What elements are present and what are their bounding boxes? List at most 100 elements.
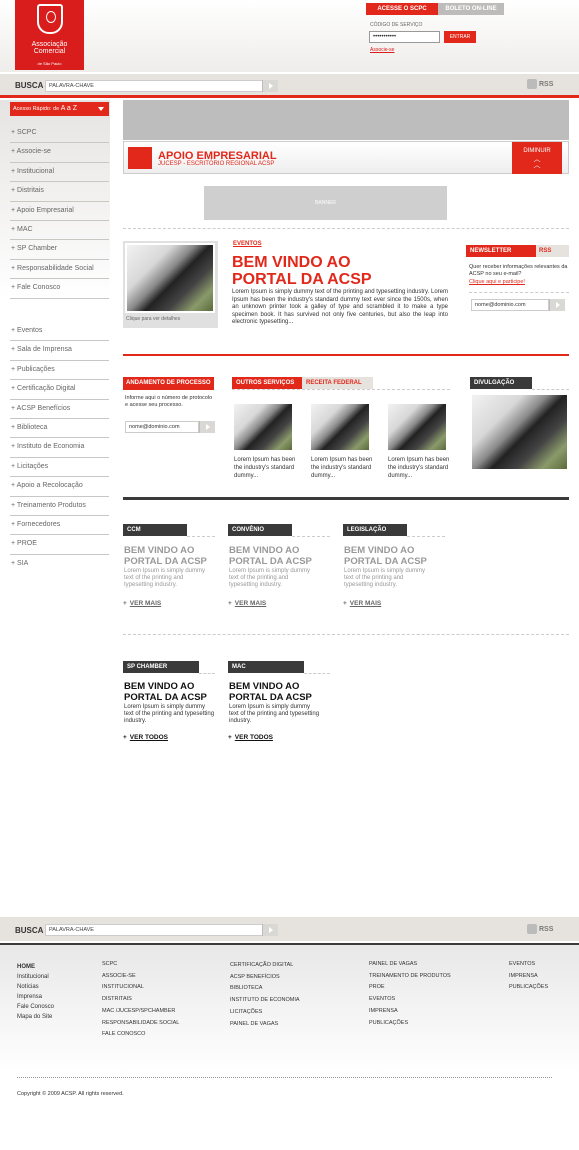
nav-item[interactable]: ACSP Benefícios — [10, 400, 109, 419]
nav-item[interactable]: PROE — [10, 535, 109, 555]
newsletter-email-input[interactable]: nome@dominio.com — [471, 299, 549, 311]
acsp-logo[interactable]: Associação Comercial de São Paulo — [15, 0, 84, 70]
nav-item[interactable]: Instituto de Economia — [10, 438, 109, 458]
nav-item[interactable]: Distritais — [10, 182, 109, 202]
footer-link[interactable]: IMPRENSA — [509, 971, 548, 983]
service-text: Lorem Ipsum has been the industry's stan… — [388, 457, 450, 479]
footer-link[interactable]: EVENTOS — [509, 959, 548, 971]
footer-link[interactable]: Notícias — [17, 982, 54, 992]
nav-item[interactable]: Eventos — [10, 322, 109, 342]
see-all-link[interactable]: VER TODOS — [123, 734, 168, 741]
category-link[interactable]: EVENTOS — [233, 241, 262, 247]
footer-link[interactable]: PAINEL DE VAGAS — [230, 1019, 300, 1031]
nav-item[interactable]: SCPC — [10, 124, 109, 144]
nav-item[interactable]: SIA — [10, 555, 109, 574]
nav-item[interactable]: Fornecedores — [10, 516, 109, 536]
protocol-submit-button[interactable] — [199, 421, 215, 433]
divulgacao-image[interactable] — [470, 393, 569, 471]
newsletter-link[interactable]: Clique aqui e participe! — [469, 279, 525, 285]
nav-item[interactable]: Treinamento Produtos — [10, 497, 109, 516]
banner[interactable]: BANNER — [204, 186, 447, 220]
footer-link[interactable]: PROE — [369, 982, 451, 994]
logo-subtext: de São Paulo — [37, 61, 62, 66]
nav-item[interactable]: Responsabilidade Social — [10, 260, 109, 280]
password-field[interactable]: ••••••••••• — [369, 31, 440, 43]
service-thumbnail[interactable] — [386, 402, 448, 452]
nav-item[interactable]: Apoio a Recolocação — [10, 477, 109, 497]
footer-link[interactable]: INSTITUTO DE ECONOMIA — [230, 995, 300, 1007]
nav-item[interactable]: MAC — [10, 221, 109, 241]
nav-item[interactable]: Institucional — [10, 163, 109, 183]
tab-receita-federal[interactable]: RECEITA FEDERAL — [302, 377, 373, 389]
footer-link[interactable]: FALE CONOSCO — [102, 1029, 179, 1041]
collapse-button[interactable]: DIMINUIR ︿ ︿ — [512, 142, 562, 174]
tab-rss[interactable]: RSS — [536, 245, 569, 257]
see-all-link[interactable]: VER TODOS — [228, 734, 273, 741]
tab-boleto[interactable]: BOLETO ON-LINE — [438, 3, 504, 15]
footer-link[interactable]: RESPONSABILIDADE SOCIAL — [102, 1018, 179, 1030]
tab-newsletter[interactable]: NEWSLETTER — [466, 245, 536, 257]
footer-search-submit-button[interactable] — [262, 924, 278, 936]
footer-link[interactable]: DISTRITAIS — [102, 994, 179, 1006]
search-submit-button[interactable] — [262, 80, 278, 92]
footer-column: CERTIFICAÇÃO DIGITAL ACSP BENEFÍCIOS BIB… — [230, 960, 300, 1030]
nav-item[interactable]: Apoio Empresarial — [10, 202, 109, 221]
search-input[interactable]: PALAVRA-CHAVE — [45, 80, 278, 92]
nav-item[interactable]: Biblioteca — [10, 419, 109, 439]
see-more-link[interactable]: VER MAIS — [123, 600, 161, 607]
event-photo[interactable]: Clique para ver detalhes — [123, 241, 218, 328]
quick-access-dropdown[interactable]: Acesso Rápido: de A a Z — [10, 102, 109, 116]
footer-link[interactable]: INSTITUCIONAL — [102, 982, 179, 994]
tab-ccm[interactable]: CCM — [123, 524, 187, 536]
footer-link[interactable]: BIBLIOTECA — [230, 983, 300, 995]
footer-link[interactable]: Imprensa — [17, 992, 54, 1002]
service-thumbnail[interactable] — [232, 402, 294, 452]
tab-legislacao[interactable]: LEGISLAÇÃO — [343, 524, 407, 536]
divider — [123, 634, 569, 635]
footer-link[interactable]: ACSP BENEFÍCIOS — [230, 972, 300, 984]
footer-link[interactable]: PUBLICAÇÕES — [509, 982, 548, 994]
footer-link[interactable]: Mapa do Site — [17, 1012, 54, 1022]
service-thumbnail[interactable] — [309, 402, 371, 452]
tab-sp-chamber[interactable]: SP CHAMBER — [123, 661, 199, 673]
nav-item[interactable]: Certificação Digital — [10, 380, 109, 400]
signup-link[interactable]: Associe-se — [370, 47, 394, 53]
tab-convenio[interactable]: CONVÊNIO — [228, 524, 292, 536]
footer-rss-link[interactable]: RSS — [527, 924, 553, 934]
section-separator — [123, 497, 569, 500]
tab-andamento[interactable]: ANDAMENTO DE PROCESSO — [123, 377, 214, 390]
tab-scpc[interactable]: ACESSE O SCPC — [366, 3, 438, 15]
footer-search-input[interactable]: PALAVRA-CHAVE — [45, 924, 278, 936]
footer-link-home[interactable]: HOME — [17, 962, 54, 972]
nav-item[interactable]: SP Chamber — [10, 240, 109, 260]
footer-link[interactable]: CERTIFICAÇÃO DIGITAL — [230, 960, 300, 972]
nav-item[interactable]: Publicações — [10, 361, 109, 381]
search-label: BUSCA — [15, 926, 44, 935]
footer-link[interactable]: PAINEL DE VAGAS — [369, 959, 451, 971]
enter-button[interactable]: ENTRAR — [444, 31, 476, 43]
rss-icon — [527, 924, 537, 934]
tab-divulgacao[interactable]: DIVULGAÇÃO — [470, 377, 532, 389]
see-more-link[interactable]: VER MAIS — [228, 600, 266, 607]
rss-link[interactable]: RSS — [527, 79, 553, 89]
footer-link[interactable]: LICITAÇÕES — [230, 1007, 300, 1019]
footer-link[interactable]: TREINAMENTO DE PRODUTOS — [369, 971, 451, 983]
footer-link[interactable]: IMPRENSA — [369, 1006, 451, 1018]
tab-outros-servicos[interactable]: OUTROS SERVIÇOS — [232, 377, 302, 389]
nav-item[interactable]: Fale Conosco — [10, 279, 109, 299]
newsletter-submit-button[interactable] — [549, 299, 565, 311]
footer-link[interactable]: Institucional — [17, 972, 54, 982]
tab-mac[interactable]: MAC — [228, 661, 304, 673]
divider — [232, 389, 450, 390]
footer-link[interactable]: ASSOCIE-SE — [102, 971, 179, 983]
nav-item[interactable]: Associe-se — [10, 143, 109, 163]
protocol-input[interactable]: nome@dominio.com — [125, 421, 199, 433]
footer-link[interactable]: EVENTOS — [369, 994, 451, 1006]
footer-link[interactable]: Fale Conosco — [17, 1002, 54, 1012]
see-more-link[interactable]: VER MAIS — [343, 600, 381, 607]
nav-item[interactable]: Sala de Imprensa — [10, 341, 109, 361]
footer-link[interactable]: PUBLICAÇÕES — [369, 1018, 451, 1030]
footer-link[interactable]: MAC /JUCESP/SPCHAMBER — [102, 1006, 179, 1018]
footer-link[interactable]: SCPC — [102, 959, 179, 971]
nav-item[interactable]: Licitações — [10, 458, 109, 478]
